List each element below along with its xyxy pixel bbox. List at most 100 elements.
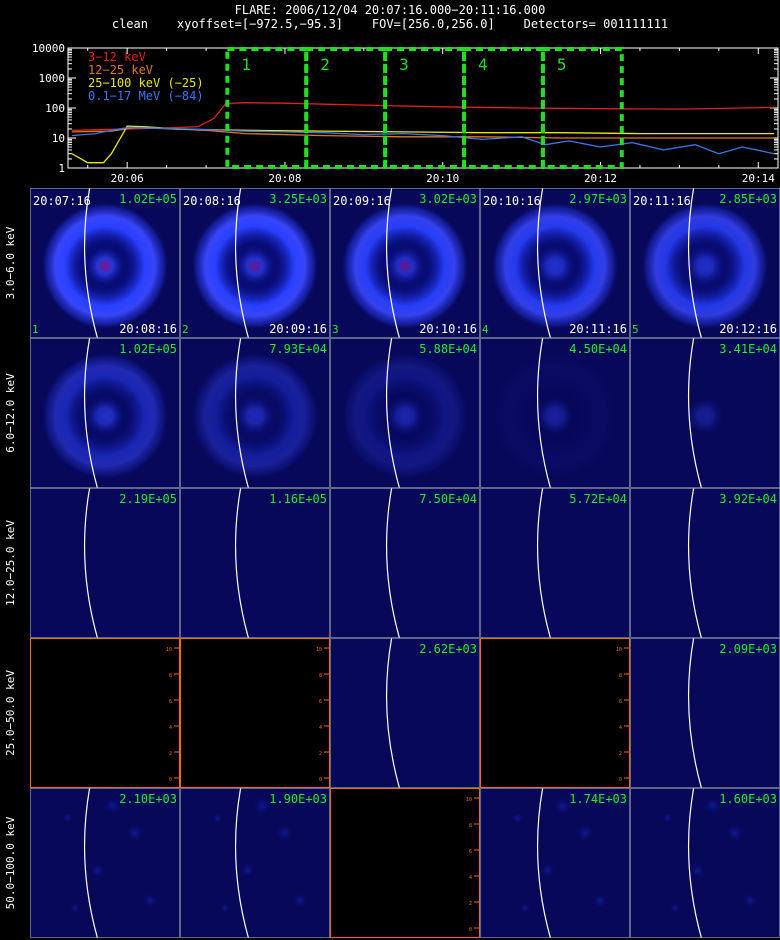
solar-limb	[687, 788, 703, 938]
panel-max-value: 4.50E+04	[569, 342, 627, 356]
noise-blob	[292, 892, 308, 909]
panel-background	[480, 188, 630, 338]
solar-limb	[83, 488, 99, 638]
interval-box-2	[304, 47, 388, 169]
noise-blob	[142, 892, 158, 909]
panel-r4-c1	[180, 788, 330, 938]
panel-background	[30, 788, 180, 938]
panel-r0-c3	[480, 188, 630, 338]
lc-frame	[67, 47, 779, 169]
panel-frame	[330, 338, 480, 488]
panel-max-value: 1.16E+05	[269, 492, 327, 506]
empty-axis-label: 4	[169, 725, 172, 731]
panel-frame	[480, 188, 630, 338]
panel-r0-c0	[30, 188, 180, 338]
start-time-label: 20:10:16	[483, 194, 541, 208]
panel-background	[480, 638, 630, 788]
emission-ring	[641, 202, 769, 330]
empty-axis-label: 8	[169, 673, 172, 679]
series-line-0	[71, 102, 775, 131]
end-time-label: 20:08:16	[119, 322, 177, 336]
empty-axis-frame	[30, 638, 180, 788]
x-tick-label: 20:08	[268, 172, 301, 185]
empty-axis-label: 6	[469, 849, 472, 855]
panel-frame	[480, 338, 630, 488]
interval-number: 5	[632, 323, 639, 336]
energy-band-label: 12.0−25.0 keV	[4, 520, 17, 606]
empty-axis-frame	[180, 638, 330, 788]
panel-r3-c3: 0 2 4 6 8 10	[480, 638, 630, 788]
noise-blob	[519, 902, 531, 914]
solar-limb	[536, 488, 552, 638]
empty-axis-label: 4	[619, 725, 622, 731]
noise-blob	[239, 862, 256, 879]
y-tick-label: 10	[52, 132, 65, 145]
panel-background	[30, 188, 180, 338]
empty-axis-label: 0	[469, 927, 472, 933]
panel-r4-c2: 0 2 4 6 8 10	[330, 788, 480, 938]
plot-title: FLARE: 2006/12/04 20:07:16.000−20:11:16.…	[234, 3, 546, 17]
panel-background	[630, 638, 780, 788]
emission-ring	[341, 202, 469, 330]
empty-axis-label: 6	[619, 699, 622, 705]
noise-blob	[552, 796, 573, 816]
panel-max-value: 2.62E+03	[419, 642, 477, 656]
panel-r1-c4	[630, 338, 780, 488]
empty-axis-label: 0	[319, 777, 322, 783]
panel-r1-c3	[480, 338, 630, 488]
empty-axis-label: 2	[169, 751, 172, 757]
panel-background	[330, 788, 480, 938]
panel-max-value: 1.74E+03	[569, 792, 627, 806]
noise-blob	[575, 823, 595, 843]
panel-background	[330, 188, 480, 338]
noise-blob	[102, 796, 123, 816]
panel-max-value: 1.60E+03	[719, 792, 777, 806]
panel-background	[30, 638, 180, 788]
solar-limb	[385, 338, 401, 488]
panel-frame	[180, 488, 330, 638]
panel-frame	[480, 488, 630, 638]
panel-background	[30, 338, 180, 488]
panel-background	[630, 488, 780, 638]
solar-limb	[385, 488, 401, 638]
end-time-label: 20:09:16	[269, 322, 327, 336]
solar-limb	[536, 188, 552, 338]
header: FLARE: 2006/12/04 20:07:16.000−20:11:16.…	[0, 0, 780, 38]
panel-max-value: 2.85E+03	[719, 192, 777, 206]
panel-frame	[330, 188, 480, 338]
interval-label-3: 3	[399, 55, 409, 74]
panel-r2-c3	[480, 488, 630, 638]
panel-r1-c2	[330, 338, 480, 488]
panel-frame	[630, 788, 780, 938]
panel-frame	[630, 488, 780, 638]
empty-axis-label: 8	[469, 823, 472, 829]
panel-background	[330, 338, 480, 488]
panel-frame	[630, 188, 780, 338]
emission-core	[87, 398, 123, 434]
panel-max-value: 3.92E+04	[719, 492, 777, 506]
panel-r1-c0	[30, 338, 180, 488]
panel-max-value: 7.50E+04	[419, 492, 477, 506]
panel-max-value: 5.88E+04	[419, 342, 477, 356]
empty-axis-label: 2	[619, 751, 622, 757]
interval-box-1	[225, 47, 309, 169]
start-time-label: 20:11:16	[633, 194, 691, 208]
empty-axis-label: 6	[169, 699, 172, 705]
noise-blob	[742, 892, 758, 909]
panel-frame	[480, 788, 630, 938]
empty-axis-label: 10	[616, 647, 622, 653]
series-line-2	[71, 125, 775, 164]
interval-label-2: 2	[320, 55, 330, 74]
panel-r4-c4	[630, 788, 780, 938]
solar-limb	[687, 488, 703, 638]
interval-box-3	[383, 47, 467, 169]
noise-blob	[61, 812, 74, 824]
noise-blob	[211, 812, 224, 824]
emission-ring	[491, 202, 619, 330]
energy-band-label: 25.0−50.0 keV	[4, 670, 17, 756]
panel-max-value: 1.02E+05	[119, 192, 177, 206]
solar-limb	[83, 188, 99, 338]
solar-limb	[687, 338, 703, 488]
energy-band-label: 6.0−12.0 keV	[4, 373, 17, 453]
noise-blob	[125, 823, 145, 843]
